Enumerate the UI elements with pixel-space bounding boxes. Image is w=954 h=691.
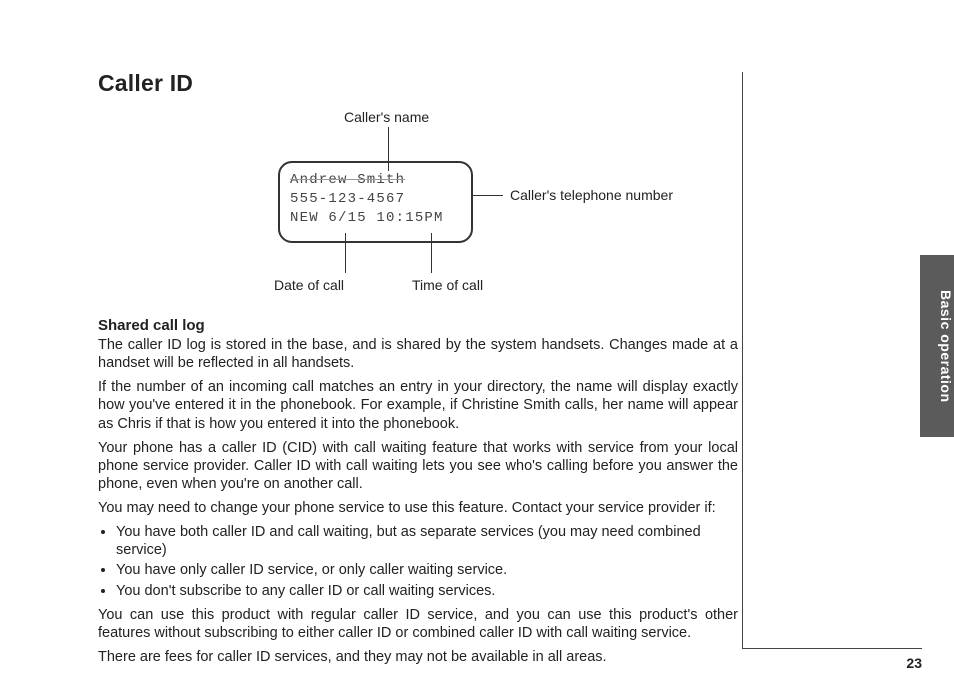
paragraph: The caller ID log is stored in the base,… bbox=[98, 336, 738, 372]
paragraph: There are fees for caller ID services, a… bbox=[98, 648, 738, 666]
lcd-screen: Andrew Smith 555-123-4567 NEW 6/15 10:15… bbox=[278, 161, 473, 243]
page-title: Caller ID bbox=[98, 70, 738, 97]
leader-line bbox=[345, 233, 346, 273]
leader-line bbox=[431, 233, 432, 273]
horizontal-rule bbox=[742, 648, 922, 649]
label-time-of-call: Time of call bbox=[412, 277, 483, 293]
section-tab-basic-operation: Basic operation bbox=[920, 255, 954, 437]
list-item: You don't subscribe to any caller ID or … bbox=[116, 582, 738, 600]
label-caller-number: Caller's telephone number bbox=[510, 187, 673, 203]
label-caller-name: Caller's name bbox=[344, 109, 429, 125]
vertical-rule bbox=[742, 72, 743, 648]
list-item: You have only caller ID service, or only… bbox=[116, 561, 738, 579]
lcd-line-3: NEW 6/15 10:15PM bbox=[290, 209, 461, 228]
paragraph: Your phone has a caller ID (CID) with ca… bbox=[98, 439, 738, 493]
section-heading: Shared call log bbox=[98, 317, 738, 334]
paragraph: You may need to change your phone servic… bbox=[98, 499, 738, 517]
caller-id-figure: Caller's name Andrew Smith 555-123-4567 … bbox=[98, 109, 738, 309]
paragraph: You can use this product with regular ca… bbox=[98, 606, 738, 642]
lcd-line-2: 555-123-4567 bbox=[290, 190, 461, 209]
page-number: 23 bbox=[906, 655, 922, 671]
bullet-list: You have both caller ID and call waiting… bbox=[98, 523, 738, 600]
list-item: You have both caller ID and call waiting… bbox=[116, 523, 738, 559]
label-date-of-call: Date of call bbox=[274, 277, 344, 293]
lcd-line-1: Andrew Smith bbox=[290, 171, 461, 190]
leader-line bbox=[473, 195, 503, 196]
paragraph: If the number of an incoming call matche… bbox=[98, 378, 738, 432]
